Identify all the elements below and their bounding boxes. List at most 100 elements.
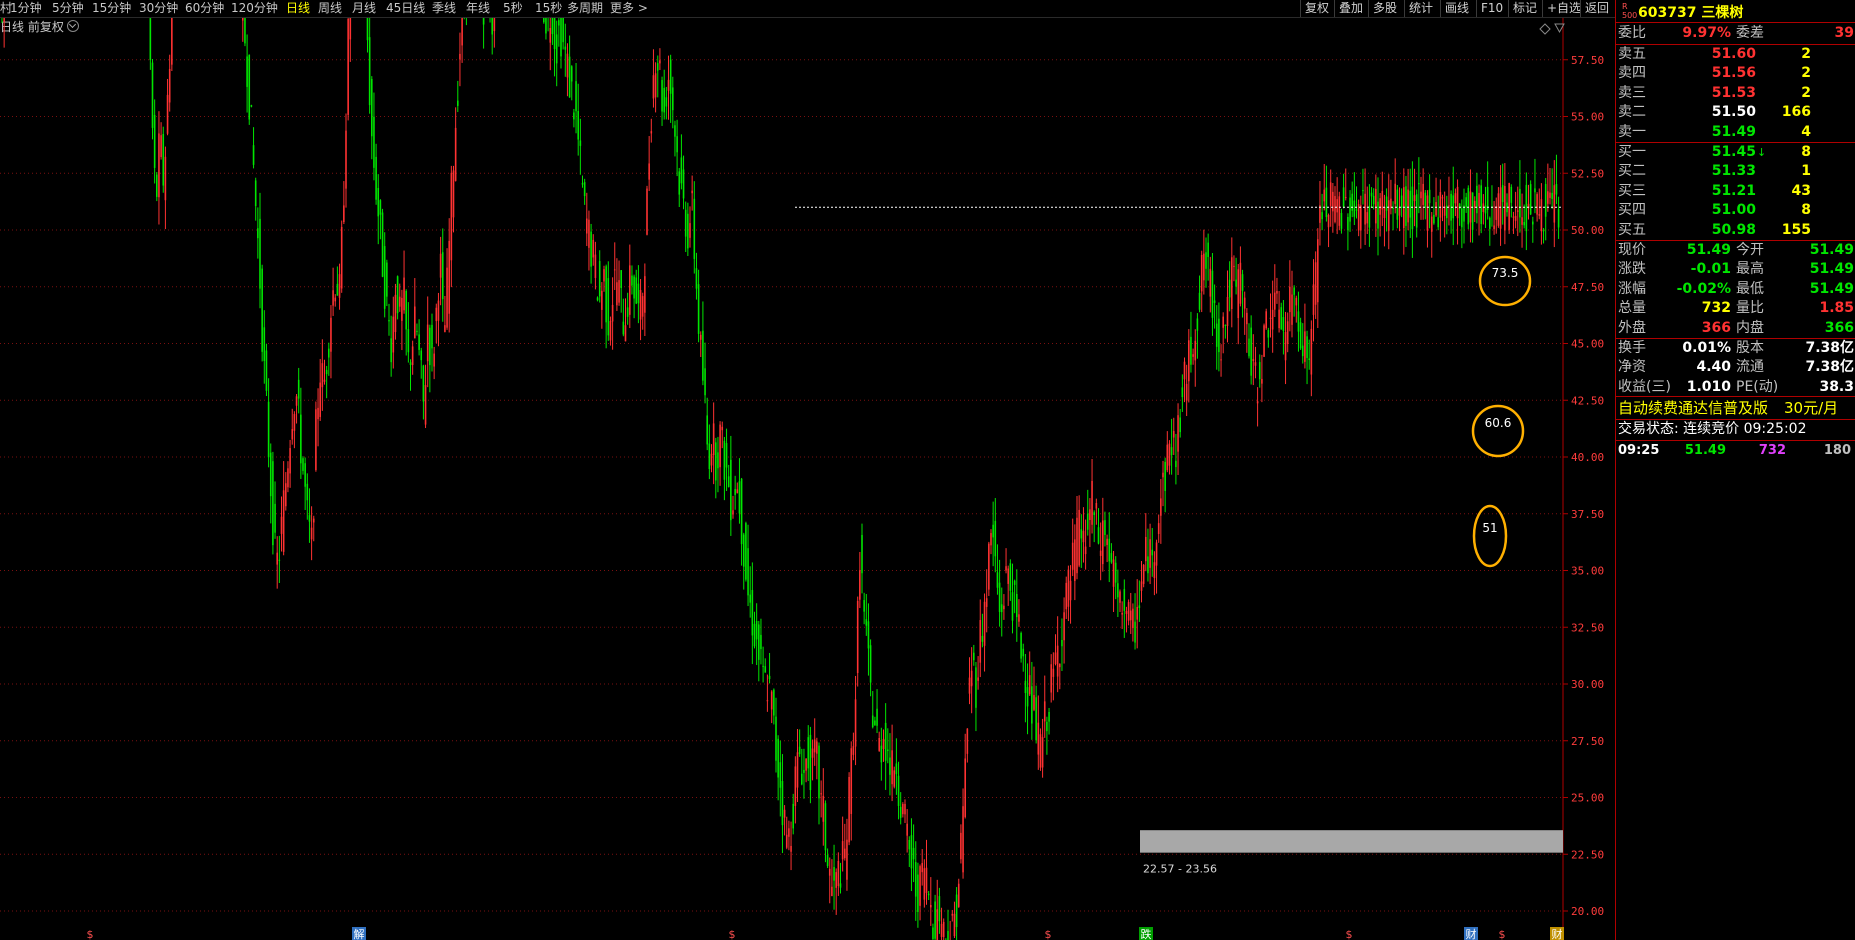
period-13[interactable]: 15秒: [535, 0, 562, 17]
candle-body: [1192, 354, 1194, 357]
fund-row-2: 收益(三) 1.010 PE(动) 38.3: [1616, 378, 1855, 397]
period-3[interactable]: 30分钟: [139, 0, 178, 17]
candle-body: [828, 868, 831, 876]
period-0[interactable]: 1分钟: [10, 0, 42, 17]
candle-body: [420, 350, 423, 361]
event-marker[interactable]: $: [1499, 928, 1506, 940]
candle-body: [1364, 193, 1366, 225]
event-marker[interactable]: 财: [1466, 927, 1477, 940]
stock-code-name[interactable]: 603737 三棵树: [1638, 2, 1743, 22]
period-12[interactable]: 5秒: [503, 0, 523, 17]
price-tick-label: 40.00: [1571, 451, 1604, 464]
candle-body: [570, 66, 573, 82]
event-marker[interactable]: $: [1346, 928, 1353, 940]
candle-body: [1420, 191, 1422, 199]
candle-body: [650, 131, 653, 134]
toolbar-button-4[interactable]: 画线: [1440, 0, 1473, 17]
candle-body: [796, 752, 799, 788]
candle-body: [762, 665, 764, 667]
ad-row[interactable]: 自动续费通达信普及版 30元/月: [1616, 398, 1855, 418]
annotation-circle[interactable]: [1472, 504, 1508, 568]
event-marker[interactable]: 跌: [1141, 927, 1152, 940]
candle-body: [773, 689, 775, 716]
candle-body: [891, 750, 893, 785]
candle-body: [859, 570, 861, 600]
candle-body: [1168, 443, 1171, 466]
candle-body: [1489, 217, 1491, 229]
toolbar-button-7[interactable]: +自选: [1542, 0, 1585, 17]
period-4[interactable]: 60分钟: [185, 0, 224, 17]
candle-body: [551, 18, 554, 35]
event-marker[interactable]: $: [87, 928, 94, 940]
price-tick-label: 22.50: [1571, 848, 1604, 861]
candle-body: [1172, 431, 1175, 438]
candle-body: [1215, 323, 1218, 347]
candle-body: [459, 53, 461, 60]
ad-text[interactable]: 自动续费通达信普及版: [1618, 398, 1768, 418]
candle-body: [1200, 255, 1203, 292]
candle-body: [962, 806, 964, 873]
fund-label: 股本: [1736, 340, 1764, 356]
kline-chart[interactable]: 20.00 22.50 25.00 27.50 30.00 32.50 35.00 37.50…: [0, 18, 1615, 940]
candle-body: [1198, 292, 1201, 310]
toolbar-button-6[interactable]: 标记: [1508, 0, 1541, 17]
event-marker[interactable]: 财: [1552, 927, 1563, 940]
candle-body: [723, 440, 726, 480]
period-7[interactable]: 周线: [318, 0, 342, 17]
candle-body: [276, 552, 278, 565]
ask-row-2: 卖三 51.53 2: [1616, 84, 1855, 103]
gap-band[interactable]: [1140, 830, 1563, 853]
annotation-circle[interactable]: [1471, 404, 1525, 458]
candle-body: [1071, 542, 1074, 570]
candle-body: [340, 226, 343, 289]
candle-body: [289, 448, 291, 474]
diamond-icon[interactable]: [1539, 23, 1551, 35]
weibi-label: 委比: [1618, 25, 1646, 41]
candle-body: [727, 476, 730, 487]
period-5[interactable]: 120分钟: [231, 0, 278, 17]
candle-body: [448, 240, 450, 314]
period-6[interactable]: 日线: [286, 0, 310, 17]
toolbar-button-2[interactable]: 多股: [1368, 0, 1401, 17]
candle-body: [321, 363, 324, 388]
candle-body: [895, 763, 898, 775]
period-14[interactable]: 多周期: [567, 0, 603, 17]
ask-price: 51.50: [1711, 104, 1756, 121]
candle-body: [1016, 593, 1018, 618]
candle-body: [411, 346, 414, 365]
candle-body: [753, 623, 756, 647]
fund-row-1: 净资 4.40 流通 7.38亿: [1616, 358, 1855, 377]
candle-body: [1129, 610, 1132, 621]
candle-body: [603, 269, 605, 282]
candle-body: [1422, 183, 1424, 205]
candle-body: [319, 382, 321, 417]
period-1[interactable]: 5分钟: [52, 0, 84, 17]
toolbar-button-0[interactable]: 复权: [1300, 0, 1333, 17]
toolbar-button-3[interactable]: 统计: [1404, 0, 1437, 17]
candle-body: [347, 18, 349, 115]
ask-volume: 166: [1781, 104, 1811, 121]
event-marker[interactable]: 解: [354, 927, 365, 940]
annotation-circle[interactable]: [1478, 255, 1532, 307]
bid-volume: 8: [1801, 202, 1811, 219]
ask-price: 51.53: [1711, 84, 1756, 101]
period-9[interactable]: 45日线: [386, 0, 425, 17]
candle-body: [1383, 207, 1386, 219]
candle-body: [607, 278, 610, 336]
period-10[interactable]: 季线: [432, 0, 456, 17]
candle-body: [902, 803, 904, 815]
candle-body: [1516, 210, 1519, 212]
event-marker[interactable]: $: [729, 928, 736, 940]
period-11[interactable]: 年线: [466, 0, 490, 17]
toolbar-button-1[interactable]: 叠加: [1334, 0, 1367, 17]
event-marker[interactable]: $: [1045, 928, 1052, 940]
toolbar-button-5[interactable]: F10: [1476, 0, 1507, 17]
ad-price[interactable]: 30元/月: [1784, 398, 1838, 418]
candle-body: [766, 700, 769, 702]
candle-body: [317, 407, 319, 420]
period-15[interactable]: 更多 >: [610, 0, 648, 17]
period-8[interactable]: 月线: [352, 0, 376, 17]
period-2[interactable]: 15分钟: [92, 0, 131, 17]
candle-body: [1310, 328, 1313, 375]
toolbar-button-8[interactable]: 返回: [1580, 0, 1613, 17]
